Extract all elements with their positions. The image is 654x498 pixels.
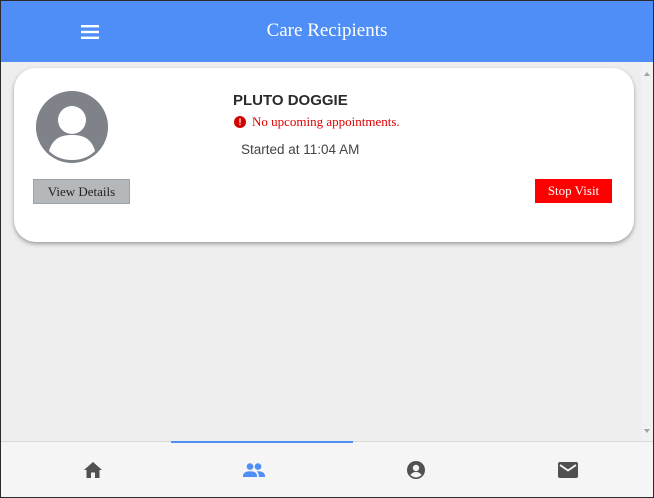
appointment-status: ! No upcoming appointments. <box>234 114 400 130</box>
recipient-list: PLUTO DOGGIE ! No upcoming appointments.… <box>1 62 641 441</box>
recipient-card: PLUTO DOGGIE ! No upcoming appointments.… <box>14 68 634 242</box>
account-circle-icon <box>406 460 425 479</box>
appointment-status-text: No upcoming appointments. <box>252 114 400 129</box>
home-icon <box>83 461 102 478</box>
exclamation-circle-icon: ! <box>234 116 246 128</box>
page-title: Care Recipients <box>266 20 388 41</box>
tab-profile[interactable] <box>334 442 497 497</box>
visit-start-time: Started at 11:04 AM <box>241 142 360 157</box>
app-header: Care Recipients <box>1 1 653 62</box>
scroll-up-arrow-icon[interactable] <box>644 72 650 76</box>
stop-visit-button[interactable]: Stop Visit <box>535 179 612 203</box>
app-frame: Care Recipients PLUTO DOGGIE ! No upcomi… <box>0 0 654 498</box>
tab-messages[interactable] <box>486 442 649 497</box>
tab-home[interactable] <box>11 442 174 497</box>
tab-care-recipients[interactable] <box>172 442 335 497</box>
vertical-scrollbar[interactable] <box>641 62 653 441</box>
scroll-down-arrow-icon[interactable] <box>644 429 650 433</box>
people-icon <box>242 462 265 477</box>
recipient-name: PLUTO DOGGIE <box>233 92 348 109</box>
bottom-navigation <box>1 441 653 497</box>
mail-icon <box>557 461 578 478</box>
view-details-button[interactable]: View Details <box>33 179 130 204</box>
person-avatar-icon <box>36 91 108 163</box>
